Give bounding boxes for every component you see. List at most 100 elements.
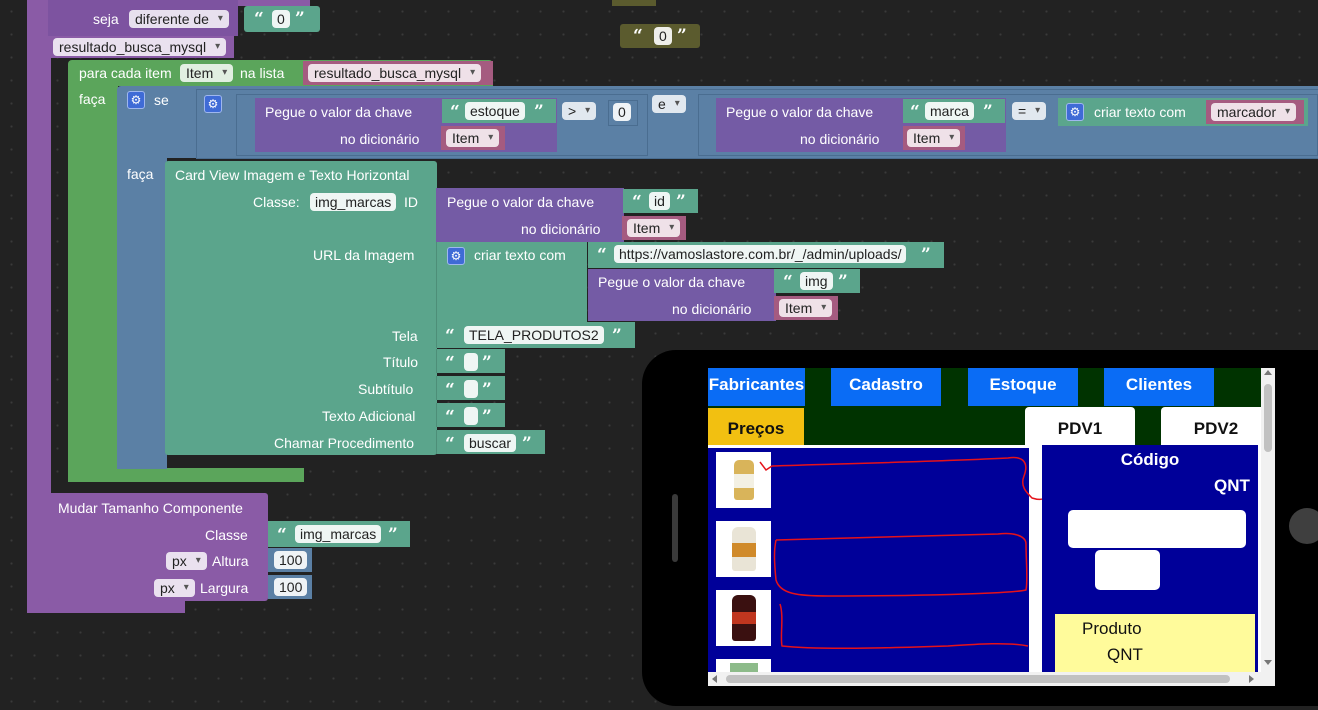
item-var-dropdown[interactable]: Item [180,64,234,82]
quote-close-icon: ” [983,102,993,122]
phone-screen: Fabricantes Cadastro Estoque Clientes Pr… [708,368,1275,686]
vertical-scroll-thumb[interactable] [1264,384,1272,452]
tab-pdv2[interactable]: PDV2 [1161,407,1271,445]
pegue-valor-label-4: Pegue o valor da chave [598,274,746,290]
pegue-valor-label-3: Pegue o valor da chave [447,194,595,210]
item-dropdown-4[interactable]: Item [779,299,833,317]
and-operator-dropdown[interactable]: e [652,95,686,113]
id-label: ID [404,194,418,210]
horizontal-scroll-thumb[interactable] [726,675,1230,683]
floating-zero-field[interactable]: 0 [654,27,672,45]
if-block-body [117,157,167,469]
red-annotation-scribble [759,456,1047,650]
quote-close-icon: ” [522,434,532,454]
horizontal-scrollbar[interactable] [708,672,1261,686]
quote-open-icon: “ [597,245,607,265]
item-dropdown-2[interactable]: Item [907,129,961,147]
clientes-button[interactable]: Clientes [1104,368,1214,406]
phone-side-button [672,494,678,562]
fabricantes-button[interactable]: Fabricantes [708,368,805,406]
cadastro-button[interactable]: Cadastro [831,368,941,406]
seja-label: seja [93,11,119,27]
id-field[interactable]: id [649,192,670,210]
text-field-zero-top[interactable]: 0 [272,10,290,28]
pegue-valor-label: Pegue o valor da chave [265,104,413,120]
estoque-field[interactable]: estoque [465,102,525,120]
px-dropdown-altura[interactable]: px [166,552,207,570]
floating-text-block-top[interactable] [612,0,656,6]
operator-eq-dropdown[interactable]: = [1012,102,1047,120]
estoque-button[interactable]: Estoque [968,368,1078,406]
px-dropdown-largura[interactable]: px [154,579,195,597]
quote-close-icon: ” [677,26,687,46]
buscar-field[interactable]: buscar [464,434,517,452]
gear-icon[interactable]: ⚙ [204,95,222,113]
faca-label: faça [79,91,106,107]
classe-label: Classe: [253,194,300,210]
vertical-scrollbar[interactable] [1261,368,1275,686]
operator-gt-dropdown[interactable]: > [562,102,597,120]
scroll-left-icon[interactable] [712,675,717,683]
codigo-input[interactable] [1068,510,1246,548]
result-var-dropdown[interactable]: resultado_busca_mysql [53,38,227,56]
quote-open-icon: “ [445,380,455,400]
procedure-block-bottom [27,600,185,613]
no-dicionario-label-2: no dicionário [800,131,880,147]
subtitulo-field[interactable] [464,380,478,398]
quote-open-icon: “ [632,192,642,212]
product-list[interactable] [708,448,1047,679]
item-dropdown-3[interactable]: Item [627,219,681,237]
url-field[interactable]: https://vamoslastore.com.br/_/admin/uplo… [614,245,907,263]
quote-open-icon: “ [633,26,643,46]
no-dicionario-label-3: no dicionário [521,221,601,237]
quote-open-icon: “ [783,272,793,292]
gear-icon[interactable]: ⚙ [1066,103,1084,121]
quote-open-icon: “ [445,326,455,346]
quote-close-icon: ” [612,326,622,346]
mudar-tamanho-label: Mudar Tamanho Componente [58,500,243,516]
texto-adicional-field[interactable] [464,407,478,425]
quote-close-icon: ” [534,102,544,122]
codigo-label: Código [1120,450,1180,469]
titulo-label: Título [383,354,419,370]
marcador-dropdown[interactable]: marcador [1211,103,1297,121]
zero-number-field[interactable]: 0 [613,103,631,121]
tela-label: Tela [392,328,418,344]
se-label: se [154,92,169,108]
marca-field[interactable]: marca [925,102,974,120]
for-each-label: para cada item [79,65,172,81]
tela-field[interactable]: TELA_PRODUTOS2 [464,326,604,344]
quote-open-icon: “ [450,102,460,122]
classe2-label: Classe [205,527,248,543]
comparator-dropdown[interactable]: diferente de [129,10,229,28]
scroll-down-icon[interactable] [1264,660,1272,665]
img-field[interactable]: img [800,272,833,290]
scroll-right-icon[interactable] [1249,675,1254,683]
quote-open-icon: “ [445,353,455,373]
qnt-input[interactable] [1095,550,1160,590]
scroll-up-icon[interactable] [1264,370,1272,375]
no-dicionario-label: no dicionário [340,131,420,147]
quote-open-icon: “ [277,525,287,545]
quote-close-icon: ” [838,272,848,292]
altura-field[interactable]: 100 [274,551,308,569]
gear-icon[interactable]: ⚙ [127,91,145,109]
quote-close-icon: ” [482,407,492,427]
subtitulo-label: Subtítulo [358,381,414,397]
lista-var-dropdown[interactable]: resultado_busca_mysql [308,64,482,82]
quote-open-icon: “ [445,434,455,454]
faca-label-2: faça [127,166,154,182]
quote-close-icon: ” [676,192,686,212]
no-dicionario-label-4: no dicionário [672,301,752,317]
chamar-procedimento-label: Chamar Procedimento [274,435,415,451]
produto-label: Produto [1082,619,1142,638]
largura-field[interactable]: 100 [274,578,308,596]
phone-camera [1289,508,1318,544]
titulo-field[interactable] [464,353,478,371]
texto-adicional-label: Texto Adicional [322,408,416,424]
classe2-field[interactable]: img_marcas [295,525,382,543]
gear-icon[interactable]: ⚙ [447,247,465,265]
classe-field[interactable]: img_marcas [310,193,397,211]
produto-qnt-label: QNT [1107,645,1143,664]
item-dropdown[interactable]: Item [446,129,500,147]
